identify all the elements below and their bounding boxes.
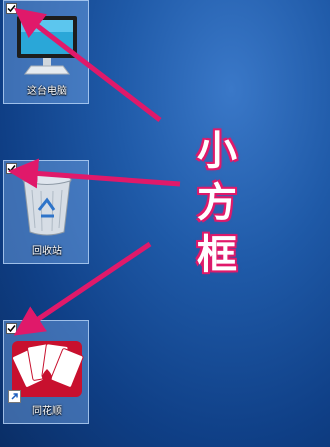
annotation-char-1: 小 xyxy=(197,127,237,174)
annotation-char-3: 框 xyxy=(197,231,237,278)
annotation-char-2: 方 xyxy=(197,179,237,226)
arrow-to-tonghuashun xyxy=(13,241,152,336)
annotation-arrows xyxy=(8,7,181,336)
desktop: 这台电脑 回收站 同花顺 小 方 框 xyxy=(0,0,330,447)
arrow-to-this-pc xyxy=(14,7,162,122)
arrow-to-recycle-bin xyxy=(8,158,181,189)
